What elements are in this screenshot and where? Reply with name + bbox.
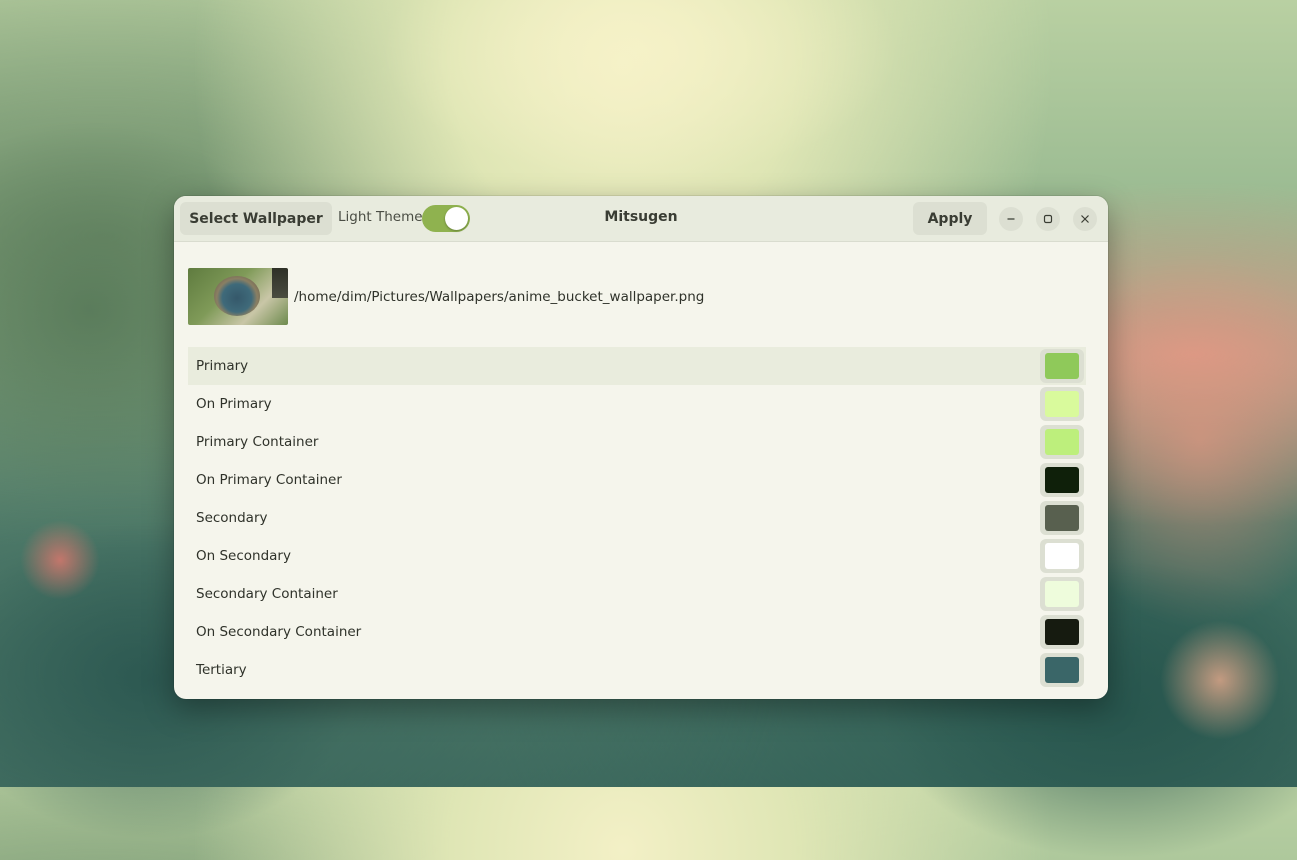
palette-row-label: Primary (196, 358, 249, 374)
switch-knob (445, 207, 468, 230)
apply-button[interactable]: Apply (913, 202, 987, 235)
palette-row[interactable]: Primary Container (188, 423, 1086, 461)
palette-row-label: On Secondary (196, 548, 291, 564)
color-swatch (1045, 619, 1079, 645)
light-theme-switch[interactable] (422, 205, 470, 232)
palette-list: Primary On Primary Primary Container On Pri… (188, 347, 1086, 689)
palette-row[interactable]: Secondary (188, 499, 1086, 537)
color-swatch-button[interactable] (1040, 539, 1084, 573)
palette-row-label: On Primary Container (196, 472, 342, 488)
color-swatch (1045, 391, 1079, 417)
palette-row-label: Secondary (196, 510, 268, 526)
palette-row-label: Primary Container (196, 434, 319, 450)
color-swatch-button[interactable] (1040, 387, 1084, 421)
color-swatch-button[interactable] (1040, 425, 1084, 459)
color-swatch (1045, 543, 1079, 569)
palette-row-label: On Primary (196, 396, 272, 412)
color-swatch (1045, 353, 1079, 379)
color-swatch (1045, 581, 1079, 607)
color-swatch (1045, 429, 1079, 455)
color-swatch-button[interactable] (1040, 615, 1084, 649)
color-swatch-button[interactable] (1040, 577, 1084, 611)
color-swatch (1045, 505, 1079, 531)
main-content: /home/dim/Pictures/Wallpapers/anime_buck… (174, 242, 1108, 699)
wallpaper-info: /home/dim/Pictures/Wallpapers/anime_buck… (188, 268, 704, 325)
maximize-button[interactable] (1036, 207, 1060, 231)
mitsugen-window: Select Wallpaper Light Theme Mitsugen Ap… (174, 196, 1108, 699)
color-swatch-button[interactable] (1040, 349, 1084, 383)
header-bar: Select Wallpaper Light Theme Mitsugen Ap… (174, 196, 1108, 242)
can-shape (272, 268, 288, 298)
close-button[interactable] (1073, 207, 1097, 231)
bucket-shape (214, 276, 260, 316)
palette-row[interactable]: On Secondary Container (188, 613, 1086, 651)
palette-row[interactable]: On Primary Container (188, 461, 1086, 499)
close-icon (1081, 215, 1089, 223)
palette-row-label: Tertiary (196, 662, 247, 678)
color-swatch-button[interactable] (1040, 653, 1084, 687)
maximize-icon (1043, 214, 1053, 224)
palette-row-label: Secondary Container (196, 586, 338, 602)
color-swatch (1045, 467, 1079, 493)
minimize-icon (1007, 218, 1015, 220)
wallpaper-path: /home/dim/Pictures/Wallpapers/anime_buck… (294, 288, 705, 305)
palette-row[interactable]: Tertiary (188, 651, 1086, 689)
color-swatch-button[interactable] (1040, 501, 1084, 535)
light-theme-label: Light Theme (338, 209, 423, 225)
color-swatch (1045, 657, 1079, 683)
minimize-button[interactable] (999, 207, 1023, 231)
palette-row[interactable]: On Primary (188, 385, 1086, 423)
palette-row[interactable]: Secondary Container (188, 575, 1086, 613)
palette-row-label: On Secondary Container (196, 624, 362, 640)
wallpaper-thumbnail (188, 268, 288, 325)
color-swatch-button[interactable] (1040, 463, 1084, 497)
palette-row[interactable]: On Secondary (188, 537, 1086, 575)
select-wallpaper-button[interactable]: Select Wallpaper (180, 202, 332, 235)
palette-row[interactable]: Primary (188, 347, 1086, 385)
